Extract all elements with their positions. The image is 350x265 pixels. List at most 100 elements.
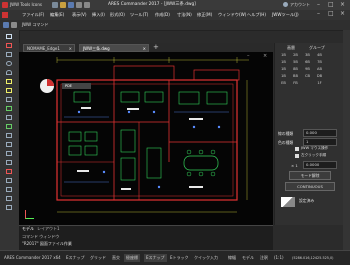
grid-cell[interactable]: 6B [303, 59, 312, 65]
window-title: ARES Commander 2017 - [JWW三条.dwg] [108, 2, 196, 7]
app-menu-icon[interactable] [2, 12, 8, 18]
menu-item-help[interactable]: ヘルプ(H) [247, 11, 266, 19]
grid-cell[interactable]: 2B [291, 52, 300, 58]
menu-item-draw[interactable]: 作成(D) [155, 11, 170, 19]
rotate-tool-button[interactable] [3, 141, 15, 148]
save-icon[interactable] [68, 2, 74, 8]
grid-cell[interactable]: 1B [279, 52, 288, 58]
grid-cell[interactable]: 1B [279, 59, 288, 65]
scale-indicator[interactable]: (1:1) [272, 254, 286, 262]
lineweight-toggle[interactable]: 線幅 [226, 254, 238, 262]
polar-toggle[interactable]: 極座標 [124, 254, 140, 262]
select-tool-button[interactable] [3, 33, 15, 40]
etrack-toggle[interactable]: Eトラック [168, 254, 191, 262]
block-tool-button[interactable] [3, 195, 15, 202]
grid-cell[interactable]: 5B [291, 59, 300, 65]
open-icon[interactable] [60, 2, 66, 8]
tab-nomame-edge[interactable]: NOMAME_Edge1 × [23, 44, 75, 52]
layout-tab-layout1[interactable]: レイアウト1 [37, 226, 60, 232]
menu-item-file[interactable]: ファイル(F) [22, 11, 44, 19]
hatch-tool-button[interactable] [3, 96, 15, 103]
mode-release-button[interactable]: モード解除 [289, 171, 331, 180]
esnap-toggle[interactable]: Eスナップ [144, 254, 167, 262]
menu-item-modify[interactable]: 修正(M) [197, 11, 212, 19]
grid-cell[interactable]: 1B [279, 73, 288, 79]
doc-restore-button[interactable]: □ [328, 10, 334, 18]
canvas-minimize-icon[interactable]: – [247, 53, 250, 59]
doc-minimize-button[interactable]: – [317, 10, 320, 18]
grid-cell[interactable]: FB [291, 80, 300, 86]
offset-tool-button[interactable] [3, 105, 15, 112]
drawing-canvas[interactable]: PDE – × [19, 52, 273, 225]
color-field[interactable]: 1 [303, 138, 337, 146]
left-click-checkbox[interactable] [295, 154, 299, 158]
grid-cell[interactable] [303, 80, 312, 86]
minimize-button[interactable]: – [317, 1, 320, 9]
fillet-tool-button[interactable] [3, 177, 15, 184]
right-tool-strip [343, 30, 350, 250]
menu-item-format[interactable]: 形式(O) [110, 11, 125, 19]
menu-item-window[interactable]: ウィンドウ(W) [218, 11, 246, 19]
jww-tool-icon[interactable] [3, 22, 9, 28]
menu-item-tools[interactable]: ツール(T) [130, 11, 148, 19]
arc-tool-button[interactable] [3, 69, 15, 76]
layout-tab-model[interactable]: モデル [22, 226, 34, 232]
grid-cell[interactable]: 9B [303, 66, 312, 72]
grid-cell[interactable]: 3B [303, 52, 312, 58]
move-tool-button[interactable] [3, 123, 15, 130]
account-icon[interactable] [283, 2, 288, 7]
canvas-close-icon[interactable]: × [263, 53, 267, 59]
trim-tool-button[interactable] [3, 114, 15, 121]
new-icon[interactable] [52, 2, 58, 8]
annotation-label[interactable]: 注釈 [258, 254, 270, 262]
grid-cell[interactable]: EB [279, 80, 288, 86]
circle-tool-button[interactable] [3, 60, 15, 67]
grid-cell[interactable]: 7B [315, 59, 324, 65]
menu-item-jwwtools[interactable]: JWWツール(J) [272, 11, 299, 19]
mirror-tool-button[interactable] [3, 150, 15, 157]
menu-item-insert[interactable]: 挿入(I) [92, 11, 105, 19]
menu-item-dimension[interactable]: 寸法(N) [177, 11, 192, 19]
dimension-tool-button[interactable] [3, 87, 15, 94]
line-tool-button[interactable] [3, 42, 15, 49]
model-toggle[interactable]: モデル [240, 254, 256, 262]
layer-tool-button[interactable] [3, 186, 15, 193]
layer-swatch-icon [281, 197, 295, 207]
grid-toggle[interactable]: グリッド [88, 254, 108, 262]
arrow-tool-icon[interactable] [11, 22, 17, 28]
scale-tool-button[interactable] [3, 159, 15, 166]
grid-cell[interactable]: 1B [279, 66, 288, 72]
doc-close-button[interactable]: × [340, 10, 345, 18]
continuous-button[interactable]: CONTINUOUS [285, 182, 335, 191]
menu-item-edit[interactable]: 編集(E) [50, 11, 64, 19]
menu-item-view[interactable]: 表示(V) [72, 11, 87, 19]
grid-cell[interactable]: 1F [315, 80, 324, 86]
right-properties-panel: 画層 グループ 1B 2B 3B 4B 1B 5B 6B 7B 1B 8B 9B… [274, 43, 343, 225]
new-tab-button[interactable]: + [153, 43, 159, 52]
grid-cell[interactable]: DB [315, 73, 324, 79]
scale-field[interactable]: 0.0000 [303, 161, 337, 169]
jww-mouse-checkbox[interactable] [295, 147, 299, 151]
undo-icon[interactable] [76, 2, 82, 8]
quick-input-toggle[interactable]: クイック入力 [192, 254, 220, 262]
rectangle-tool-button[interactable] [3, 51, 15, 58]
erase-tool-button[interactable] [3, 168, 15, 175]
text-tool-button[interactable] [3, 78, 15, 85]
grid-cell[interactable]: 4B [315, 52, 324, 58]
measure-tool-button[interactable] [3, 204, 15, 211]
close-button[interactable]: × [340, 1, 345, 9]
linetype-field[interactable]: 0.000 [303, 129, 337, 137]
grid-cell[interactable]: CB [303, 73, 312, 79]
copy-tool-button[interactable] [3, 132, 15, 139]
snap-toggle[interactable]: Eスナップ [64, 254, 87, 262]
grid-cell[interactable]: 8B [291, 66, 300, 72]
maximize-button[interactable]: □ [328, 1, 334, 9]
ortho-toggle[interactable]: 直交 [110, 254, 122, 262]
account-label[interactable]: アカウント [290, 1, 310, 9]
quick-access-icons[interactable] [52, 2, 92, 8]
grid-cell[interactable]: AB [315, 66, 324, 72]
tab-jww-drawing[interactable]: JWW三条.dwg × [79, 44, 149, 52]
grid-cell[interactable]: BB [291, 73, 300, 79]
tab-label: NOMAME_Edge1 [27, 46, 60, 51]
redo-icon[interactable] [84, 2, 90, 8]
